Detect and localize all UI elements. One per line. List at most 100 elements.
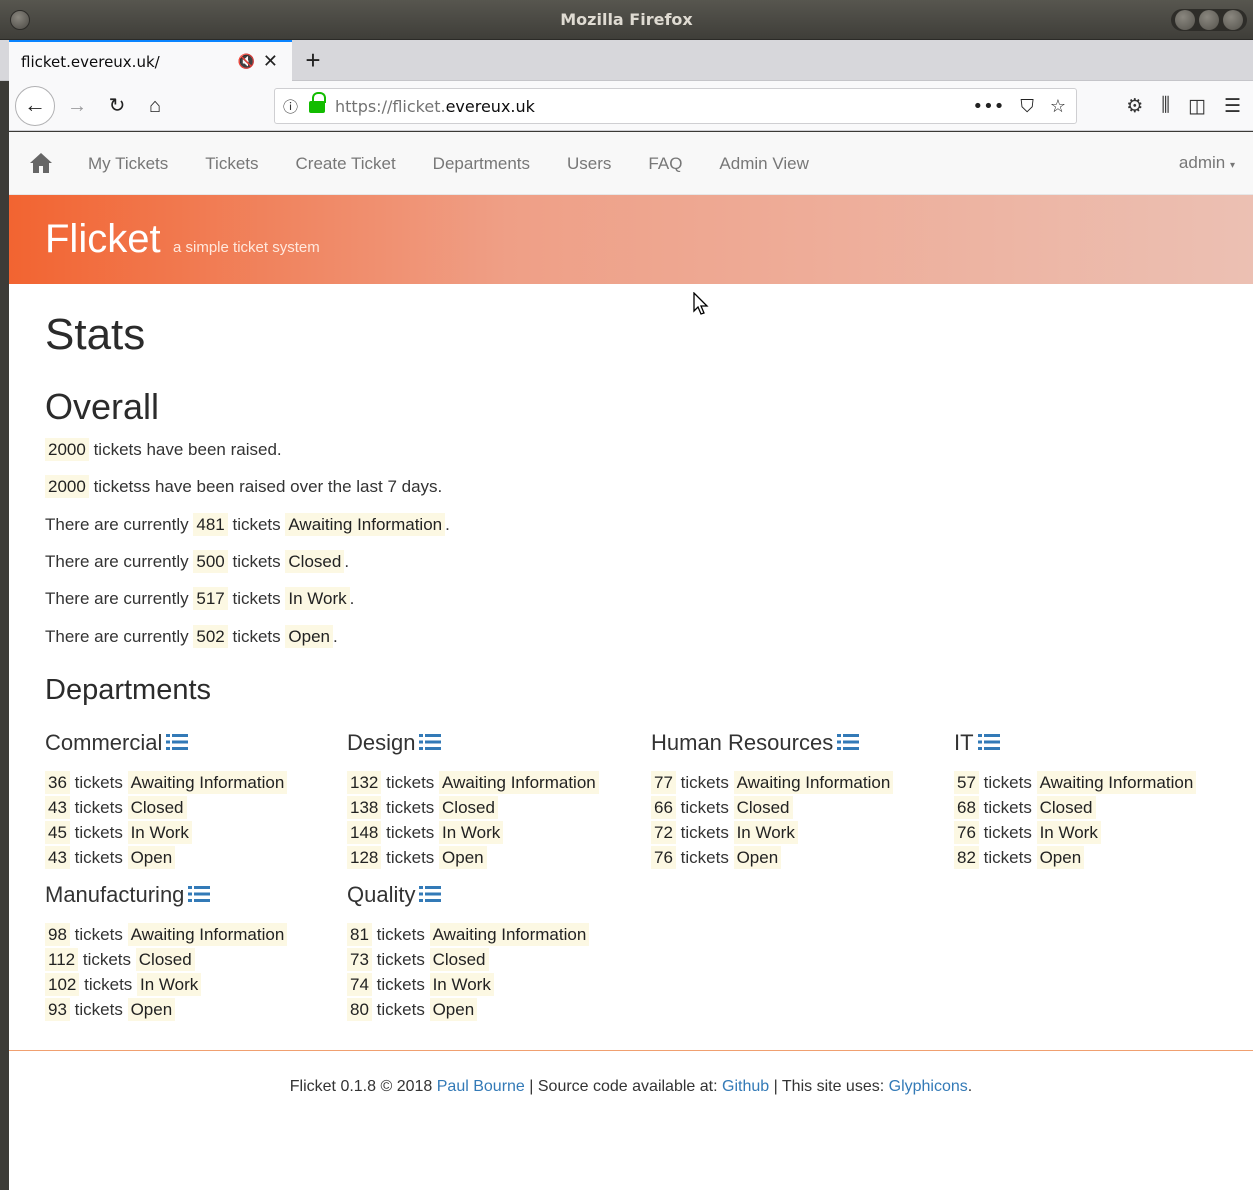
forward-button[interactable]: → — [61, 90, 93, 122]
url-bar[interactable]: ⓘ https://flicket. evereux.uk ••• ⛉ ☆ — [274, 88, 1077, 124]
department-stat-count: 72 — [651, 821, 676, 844]
reload-button[interactable]: ↻ — [101, 90, 133, 122]
department-stat-count: 93 — [45, 998, 70, 1021]
user-menu[interactable]: admin ▾ — [1179, 153, 1235, 173]
department-stat-count: 73 — [347, 948, 372, 971]
minimize-button[interactable] — [1175, 10, 1195, 30]
status-word: tickets — [232, 627, 281, 646]
new-tab-button[interactable]: + — [299, 44, 327, 76]
browser-toolbar: ← → ↻ ⌂ ⓘ https://flicket. evereux.uk •••… — [9, 81, 1253, 131]
list-icon[interactable] — [188, 885, 211, 903]
list-icon[interactable] — [419, 733, 442, 751]
url-prefix: https://flicket. — [335, 96, 446, 116]
department-name: Manufacturing — [45, 882, 345, 912]
site-nav-users[interactable]: Users — [567, 154, 611, 174]
department-stat-label: In Work — [429, 973, 494, 996]
toolbar-right: ⚙ ⫼ ◫ ☰ — [1126, 90, 1241, 122]
department-name-text[interactable]: Human Resources — [651, 730, 833, 755]
department-name: Human Resources — [651, 730, 951, 760]
pocket-icon[interactable]: ⛉ — [1020, 96, 1034, 117]
author-link[interactable]: Paul Bourne — [437, 1078, 525, 1095]
maximize-button[interactable] — [1199, 10, 1219, 30]
site-nav-departments[interactable]: Departments — [433, 154, 530, 174]
raised-total-text: tickets have been raised. — [93, 440, 282, 459]
department-stat-row: 93 tickets Open — [45, 997, 345, 1022]
department-stat-label: Awaiting Information — [1036, 771, 1197, 794]
close-window-button[interactable] — [1223, 10, 1243, 30]
department-stat-count: 77 — [651, 771, 676, 794]
raised-week-count: 2000 — [45, 475, 89, 498]
window-menu-button[interactable] — [10, 10, 30, 30]
tab-close-icon[interactable]: ✕ — [263, 51, 278, 72]
status-word: tickets — [232, 552, 281, 571]
department-stat-count: 132 — [347, 771, 382, 794]
browser-tab[interactable]: flicket.evereux.uk/ 🔇 ✕ — [9, 40, 292, 81]
department-name: Quality — [347, 882, 647, 912]
department-stat-label: Closed — [439, 796, 498, 819]
bookmark-star-icon[interactable]: ☆ — [1050, 96, 1066, 117]
list-icon[interactable] — [837, 733, 860, 751]
department-name: Commercial — [45, 730, 345, 760]
department-stat-count: 36 — [45, 771, 70, 794]
department-stat-label: Open — [127, 846, 176, 869]
department-stat-word: tickets — [82, 950, 132, 969]
list-icon[interactable] — [419, 885, 442, 903]
department-stat-label: Awaiting Information — [429, 923, 590, 946]
github-link[interactable]: Github — [722, 1078, 769, 1095]
status-prefix: There are currently — [45, 589, 189, 608]
info-icon[interactable]: ⓘ — [283, 96, 305, 117]
department-stat-row: 112 tickets Closed — [45, 947, 345, 972]
department-stat-row: 82 tickets Open — [954, 845, 1253, 870]
status-label: Open — [285, 625, 333, 648]
department-stat-word: tickets — [74, 1000, 123, 1019]
raised-total-line: 2000 tickets have been raised. — [45, 438, 282, 461]
department-stat-row: 80 tickets Open — [347, 997, 647, 1022]
page-actions-icon[interactable]: ••• — [973, 96, 1005, 117]
home-button[interactable]: ⌂ — [139, 90, 171, 122]
department-block: Commercial 36 tickets Awaiting Informatio… — [45, 730, 345, 870]
raised-week-text: ticketss have been raised over the last … — [93, 477, 443, 496]
site-nav-my-tickets[interactable]: My Tickets — [88, 154, 168, 174]
department-name-text[interactable]: Commercial — [45, 730, 162, 755]
department-stat-word: tickets — [983, 798, 1032, 817]
glyphicons-link[interactable]: Glyphicons — [889, 1078, 968, 1095]
department-stat-count: 128 — [347, 846, 382, 869]
list-icon[interactable] — [166, 733, 189, 751]
lock-icon[interactable] — [309, 92, 327, 114]
department-stat-label: In Work — [1036, 821, 1101, 844]
brand-tagline: a simple ticket system — [173, 239, 320, 256]
department-stat-label: Open — [1036, 846, 1085, 869]
department-name-text[interactable]: Quality — [347, 882, 415, 907]
department-stat-row: 68 tickets Closed — [954, 795, 1253, 820]
site-nav-create-ticket[interactable]: Create Ticket — [296, 154, 396, 174]
department-name-text[interactable]: Design — [347, 730, 415, 755]
department-stat-word: tickets — [74, 773, 123, 792]
site-nav-tickets[interactable]: Tickets — [205, 154, 258, 174]
extension-icon[interactable]: ⚙ — [1126, 95, 1143, 118]
site-nav-faq[interactable]: FAQ — [648, 154, 682, 174]
back-button[interactable]: ← — [15, 86, 55, 126]
status-prefix: There are currently — [45, 515, 189, 534]
department-stat-count: 80 — [347, 998, 372, 1021]
list-icon[interactable] — [977, 733, 1000, 751]
department-stat-count: 148 — [347, 821, 382, 844]
department-stat-label: In Work — [127, 821, 192, 844]
menu-icon[interactable]: ☰ — [1224, 95, 1241, 118]
sidebar-icon[interactable]: ◫ — [1188, 95, 1206, 118]
library-icon[interactable]: ⫼ — [1161, 95, 1170, 117]
site-nav-admin-view[interactable]: Admin View — [719, 154, 808, 174]
footer-prefix: Flicket 0.1.8 © 2018 — [289, 1078, 433, 1095]
department-stat-label: Awaiting Information — [733, 771, 894, 794]
department-name-text[interactable]: IT — [954, 730, 974, 755]
department-block: Human Resources 77 tickets Awaiting Infor… — [651, 730, 951, 870]
department-stat-row: 138 tickets Closed — [347, 795, 647, 820]
status-prefix: There are currently — [45, 627, 189, 646]
department-stat-word: tickets — [386, 848, 435, 867]
mute-icon[interactable]: 🔇 — [237, 54, 254, 70]
department-stat-row: 43 tickets Open — [45, 845, 345, 870]
brand-title[interactable]: Flicket — [45, 217, 161, 262]
footer-source-text: | Source code available at: — [529, 1078, 718, 1095]
home-icon[interactable] — [29, 152, 53, 174]
window-titlebar: Mozilla Firefox — [0, 0, 1253, 40]
department-name-text[interactable]: Manufacturing — [45, 882, 184, 907]
